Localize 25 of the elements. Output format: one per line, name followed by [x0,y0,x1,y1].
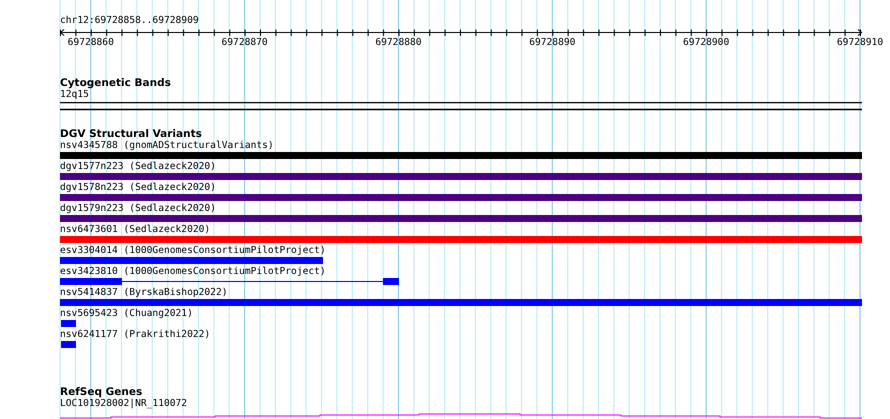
feature-label[interactable]: dgv1577n223 (Sedlazeck2020) [60,161,216,173]
ruler-label: 69728910 [836,37,884,48]
track-title: RefSeq Genes [60,386,144,398]
ruler-label: 69728880 [375,37,422,48]
cytoband-drawing[interactable] [60,102,862,112]
track-title: DGV Structural Variants [60,128,203,140]
feature-label[interactable]: 12q15 [60,89,89,101]
feature-label[interactable]: esv3304014 (1000GenomesConsortiumPilotProject) [60,245,326,257]
feature-label[interactable]: esv3423810 (1000GenomesConsortiumPilotProject) [60,266,326,278]
feature-label[interactable]: nsv5414837 (ByrskaBishop2022) [60,287,228,299]
feature-label[interactable]: LOC101928002|NR_110072 [60,398,188,410]
feature-label[interactable]: nsv6241177 (Prakrithi2022) [60,329,210,341]
feature-label[interactable]: dgv1579n223 (Sedlazeck2020) [60,203,216,215]
track-title: Cytogenetic Bands [60,77,172,89]
feature-label[interactable]: dgv1578n223 (Sedlazeck2020) [60,182,216,194]
feature-label[interactable]: nsv4345788 (gnomADStructuralVariants) [60,140,274,152]
location-label: chr12:69728858..69728909 [60,15,200,27]
ruler-label: 69728870 [222,37,268,48]
gene-coverage-line[interactable] [60,414,862,418]
ruler-label: 69728900 [683,37,730,48]
ruler-label: 69728860 [68,37,114,48]
variant-bar[interactable] [60,278,399,285]
ruler-label: 69728890 [529,37,576,48]
feature-label[interactable]: nsv5695423 (Chuang2021) [60,308,193,320]
feature-label[interactable]: nsv6473601 (Sedlazeck2020) [60,224,210,236]
